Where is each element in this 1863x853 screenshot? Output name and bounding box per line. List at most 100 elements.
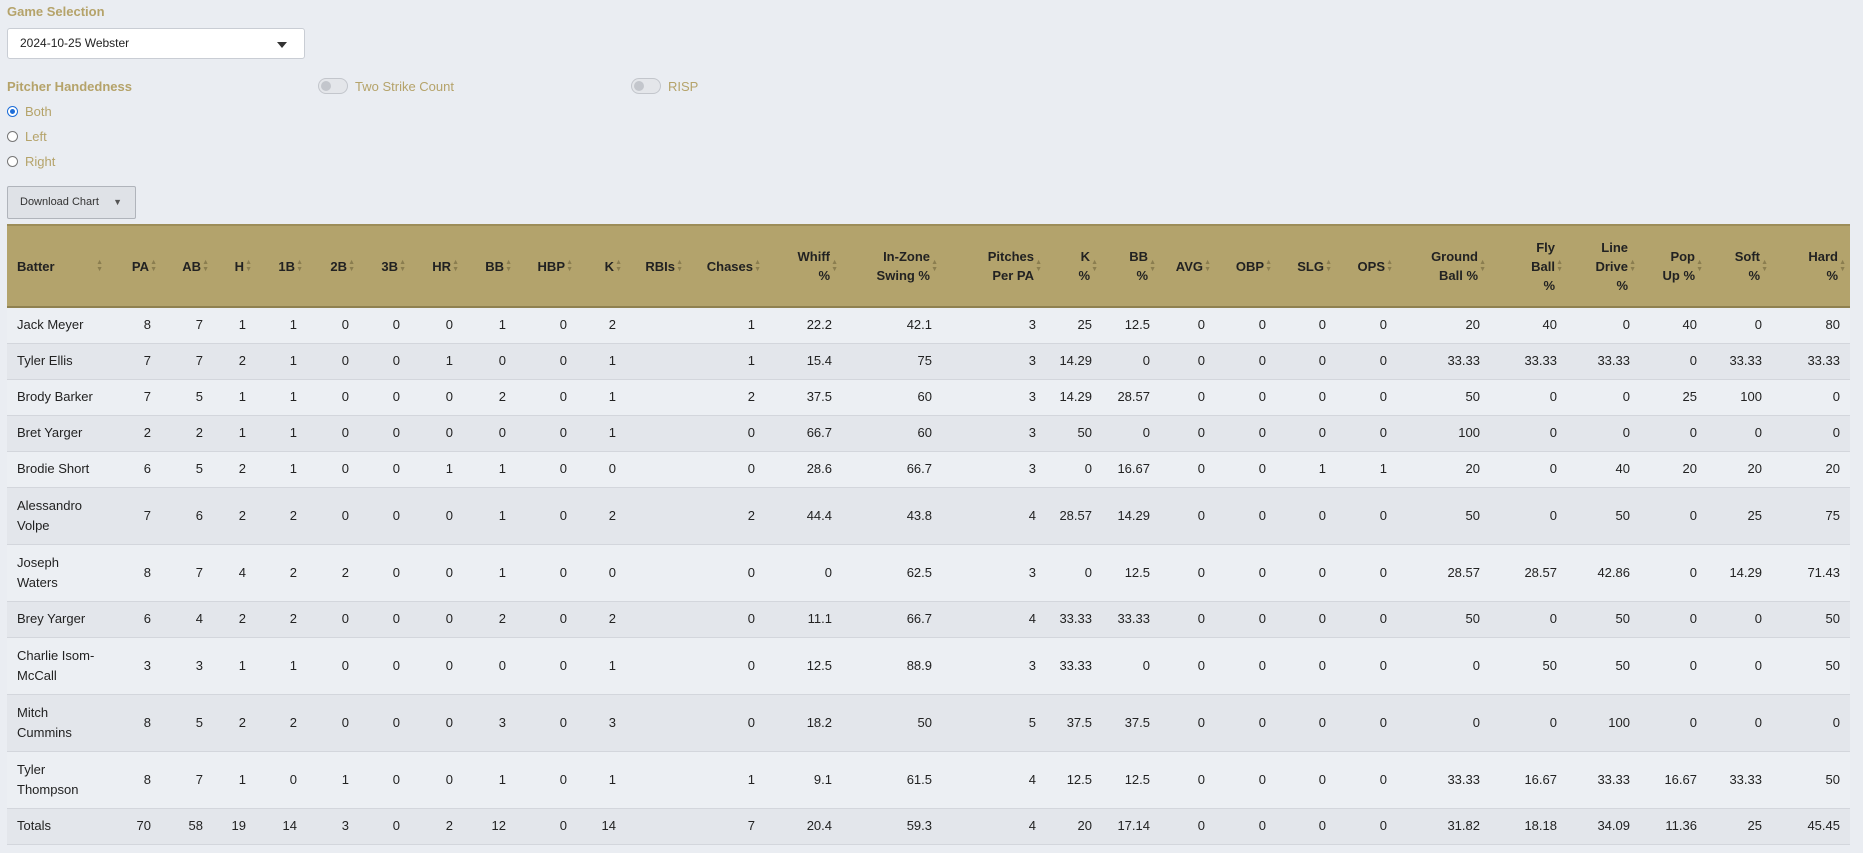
column-header[interactable]: HR ▲ ▼ xyxy=(410,224,463,308)
column-header[interactable]: AVG ▲ ▼ xyxy=(1160,224,1215,308)
sort-arrows-icon[interactable]: ▲ ▼ xyxy=(202,259,209,273)
column-header[interactable]: Pop Up % ▲ ▼ xyxy=(1640,224,1707,308)
download-chart-button[interactable]: Download Chart ▼ xyxy=(7,186,136,219)
column-header[interactable]: BB ▲ ▼ xyxy=(463,224,516,308)
column-header[interactable]: BB% ▲ ▼ xyxy=(1102,224,1160,308)
column-header[interactable]: RBIs ▲ ▼ xyxy=(626,224,687,308)
stat-cell: 0 xyxy=(410,601,463,638)
stat-cell: 5 xyxy=(161,379,213,416)
column-header[interactable]: Ground Ball % ▲ ▼ xyxy=(1397,224,1490,308)
stat-cell: 0 xyxy=(687,451,765,488)
sort-arrows-icon[interactable]: ▲ ▼ xyxy=(1149,259,1156,273)
column-header[interactable]: Fly Ball% ▲ ▼ xyxy=(1490,224,1567,308)
two-strike-toggle[interactable]: Two Strike Count xyxy=(318,78,454,94)
stat-cell: 0 xyxy=(1276,487,1336,545)
game-selection-label: Game Selection xyxy=(7,4,105,19)
stat-cell: 33.33 xyxy=(1772,343,1850,380)
column-header-label: OPS xyxy=(1357,258,1385,274)
stat-cell: 2 xyxy=(213,343,256,380)
stat-cell: 12.5 xyxy=(1102,307,1160,344)
stat-cell: 2 xyxy=(463,601,516,638)
radio-unchecked-icon[interactable] xyxy=(7,131,18,142)
sort-arrows-icon[interactable]: ▲ ▼ xyxy=(1325,259,1332,273)
column-header[interactable]: Pitches Per PA ▲ ▼ xyxy=(942,224,1046,308)
sort-arrows-icon[interactable]: ▲ ▼ xyxy=(348,259,355,273)
sort-arrows-icon[interactable]: ▲ ▼ xyxy=(245,259,252,273)
column-header[interactable]: OPS ▲ ▼ xyxy=(1336,224,1397,308)
stat-cell: 12.5 xyxy=(1046,751,1102,809)
radio-left[interactable]: Left xyxy=(7,129,47,144)
sort-arrows-icon[interactable]: ▲ ▼ xyxy=(1839,259,1846,273)
sort-arrows-icon[interactable]: ▲ ▼ xyxy=(1035,259,1042,273)
sort-arrows-icon[interactable]: ▲ ▼ xyxy=(1204,259,1211,273)
stat-cell: 0 xyxy=(1276,637,1336,695)
radio-unchecked-icon[interactable] xyxy=(7,156,18,167)
stat-cell: 0 xyxy=(1276,415,1336,452)
column-header[interactable]: Batter ▲ ▼ xyxy=(7,224,107,308)
sort-arrows-icon[interactable]: ▲ ▼ xyxy=(615,259,622,273)
stat-cell: 0 xyxy=(1336,379,1397,416)
sort-arrows-icon[interactable]: ▲ ▼ xyxy=(505,259,512,273)
column-header[interactable]: OBP ▲ ▼ xyxy=(1215,224,1276,308)
stat-cell: 0 xyxy=(1336,808,1397,845)
sort-arrows-icon[interactable]: ▲ ▼ xyxy=(1265,259,1272,273)
sort-arrows-icon[interactable]: ▲ ▼ xyxy=(831,259,838,273)
sort-arrows-icon[interactable]: ▲ ▼ xyxy=(1696,259,1703,273)
column-header[interactable]: PA ▲ ▼ xyxy=(107,224,161,308)
column-header[interactable]: In-Zone Swing % ▲ ▼ xyxy=(842,224,942,308)
stat-cell: 1 xyxy=(463,544,516,602)
column-header[interactable]: 2B ▲ ▼ xyxy=(307,224,359,308)
stat-cell: 40 xyxy=(1640,307,1707,344)
sort-arrows-icon[interactable]: ▲ ▼ xyxy=(754,259,761,273)
sort-arrows-icon[interactable]: ▲ ▼ xyxy=(1386,259,1393,273)
column-header[interactable]: Soft% ▲ ▼ xyxy=(1707,224,1772,308)
sort-arrows-icon[interactable]: ▲ ▼ xyxy=(1629,259,1636,273)
column-header[interactable]: H ▲ ▼ xyxy=(213,224,256,308)
toggle-switch-icon[interactable] xyxy=(318,78,348,94)
column-header[interactable]: K ▲ ▼ xyxy=(577,224,626,308)
sort-arrows-icon[interactable]: ▲ ▼ xyxy=(150,259,157,273)
sort-arrows-icon[interactable]: ▲ ▼ xyxy=(1761,259,1768,273)
stat-cell: 1 xyxy=(577,637,626,695)
sort-arrows-icon[interactable]: ▲ ▼ xyxy=(566,259,573,273)
radio-checked-icon[interactable] xyxy=(7,106,18,117)
column-header[interactable]: HBP ▲ ▼ xyxy=(516,224,577,308)
sort-arrows-icon[interactable]: ▲ ▼ xyxy=(452,259,459,273)
sort-arrows-icon[interactable]: ▲ ▼ xyxy=(1556,259,1563,273)
radio-both[interactable]: Both xyxy=(7,104,52,119)
stat-cell: 0 xyxy=(1160,451,1215,488)
sort-arrows-icon[interactable]: ▲ ▼ xyxy=(931,259,938,273)
column-header[interactable]: Whiff% ▲ ▼ xyxy=(765,224,842,308)
column-header[interactable]: 3B ▲ ▼ xyxy=(359,224,410,308)
stat-cell: 0 xyxy=(1160,307,1215,344)
stat-cell: 0 xyxy=(1707,637,1772,695)
column-header[interactable]: AB ▲ ▼ xyxy=(161,224,213,308)
column-header[interactable]: Chases ▲ ▼ xyxy=(687,224,765,308)
column-header[interactable]: Hard% ▲ ▼ xyxy=(1772,224,1850,308)
column-header-label: BB xyxy=(485,258,504,274)
game-select-dropdown[interactable]: 2024-10-25 Webster xyxy=(7,28,305,59)
toggle-switch-icon[interactable] xyxy=(631,78,661,94)
sort-arrows-icon[interactable]: ▲ ▼ xyxy=(399,259,406,273)
column-header-label: Soft% xyxy=(1734,249,1760,283)
sort-arrows-icon[interactable]: ▲ ▼ xyxy=(1091,259,1098,273)
stat-cell: 0 xyxy=(1160,343,1215,380)
sort-arrows-icon[interactable]: ▲ ▼ xyxy=(296,259,303,273)
stat-cell: 3 xyxy=(942,451,1046,488)
column-header[interactable]: K% ▲ ▼ xyxy=(1046,224,1102,308)
column-header[interactable]: 1B ▲ ▼ xyxy=(256,224,307,308)
column-header-label: 3B xyxy=(381,258,398,274)
risp-toggle[interactable]: RISP xyxy=(631,78,698,94)
stat-cell: 2 xyxy=(577,601,626,638)
column-header[interactable]: SLG ▲ ▼ xyxy=(1276,224,1336,308)
stat-cell: 0 xyxy=(687,694,765,752)
sort-arrows-icon[interactable]: ▲ ▼ xyxy=(1479,259,1486,273)
radio-right[interactable]: Right xyxy=(7,154,55,169)
table-row: Brey Yarger 6 4 2 2 0 0 0 2 0 2 0 11.1 66.7 4 33.33 33.3… xyxy=(7,601,1850,638)
stat-cell: 22.2 xyxy=(765,307,842,344)
column-header[interactable]: Line Drive% ▲ ▼ xyxy=(1567,224,1640,308)
stat-cell: 7 xyxy=(107,379,161,416)
sort-arrows-icon[interactable]: ▲ ▼ xyxy=(676,259,683,273)
sort-arrows-icon[interactable]: ▲ ▼ xyxy=(96,259,103,273)
stat-cell: 20 xyxy=(1772,451,1850,488)
